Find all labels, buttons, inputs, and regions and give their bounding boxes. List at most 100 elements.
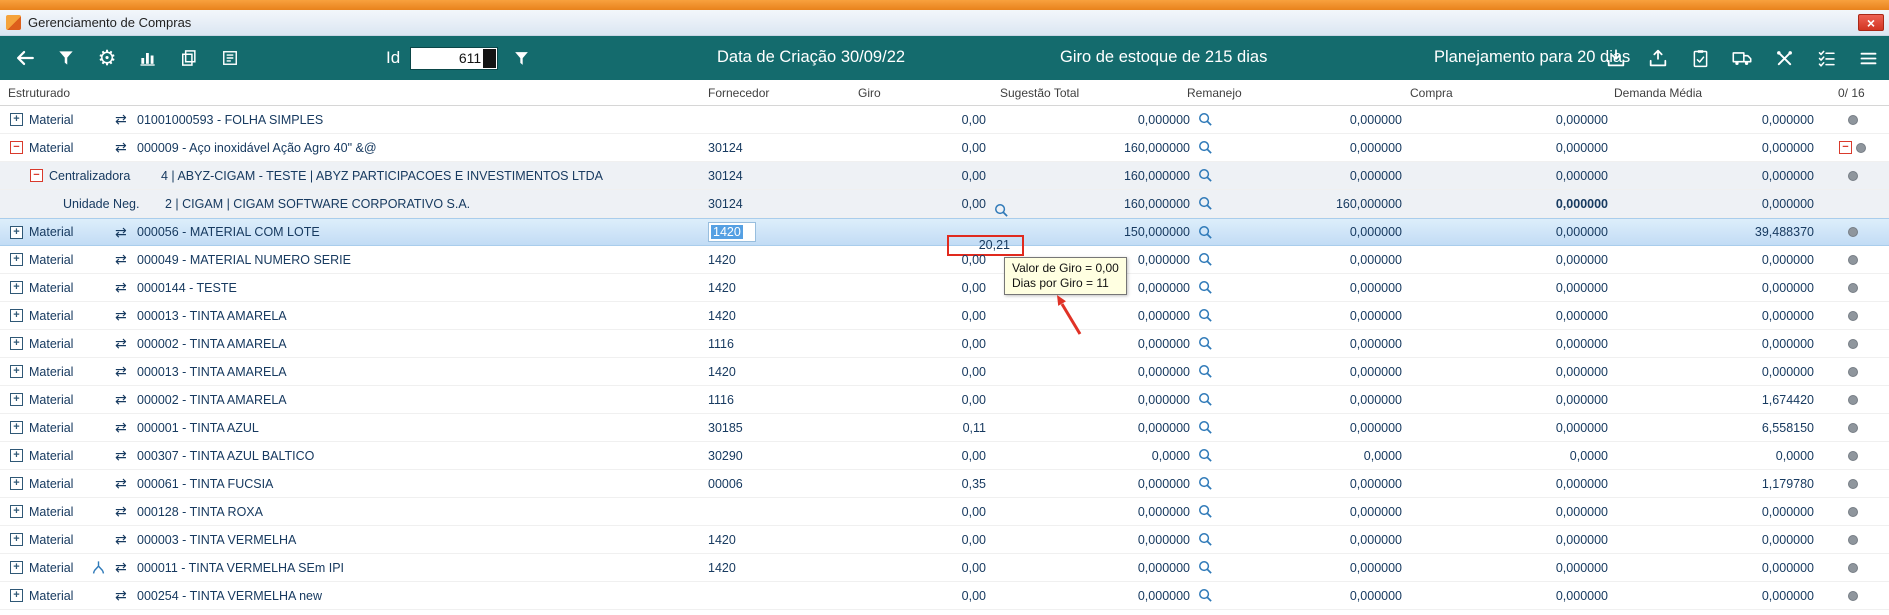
expand-plus-icon[interactable]: + — [10, 365, 23, 378]
table-row[interactable]: + Material ⇄ 000049 - MATERIAL NUMERO SERIE… — [0, 246, 1889, 274]
table-row[interactable]: + Material ⇄ 0000144 - TESTE 1420 0,00 0,00000… — [0, 274, 1889, 302]
copy-pages-icon[interactable] — [176, 45, 202, 71]
transfer-icon[interactable]: ⇄ — [115, 447, 137, 464]
sugestao-cell: 0,000000 — [1137, 112, 1190, 127]
col-demanda-media[interactable]: Demanda Média — [1614, 86, 1702, 100]
transfer-icon[interactable]: ⇄ — [115, 335, 137, 352]
search-icon[interactable] — [1192, 168, 1222, 183]
transfer-icon[interactable]: ⇄ — [115, 224, 137, 241]
table-row[interactable]: + Material ⇄ 000011 - TINTA VERMELHA SEm IP… — [0, 554, 1889, 582]
table-row[interactable]: + Material ⇄ 000061 - TINTA FUCSIA 00006 0,35… — [0, 470, 1889, 498]
transfer-icon[interactable]: ⇄ — [115, 559, 137, 576]
transfer-icon[interactable]: ⇄ — [115, 363, 137, 380]
transfer-icon[interactable]: ⇄ — [115, 307, 137, 324]
table-row[interactable]: + Material ⇄ 000128 - TINTA ROXA 0,00 0,00000… — [0, 498, 1889, 526]
close-button[interactable]: × — [1858, 14, 1884, 31]
search-icon[interactable] — [1192, 532, 1222, 547]
search-icon[interactable] — [1192, 476, 1222, 491]
expand-plus-icon[interactable]: + — [10, 309, 23, 322]
expand-plus-icon[interactable]: + — [10, 337, 23, 350]
menu-icon[interactable] — [1855, 45, 1881, 71]
search-icon[interactable] — [1192, 140, 1222, 155]
search-icon[interactable] — [1192, 588, 1222, 603]
task-checklist-icon[interactable] — [1813, 45, 1839, 71]
remanejo-cell: 0,000000 — [1349, 560, 1402, 575]
search-icon[interactable] — [1192, 336, 1222, 351]
fornecedor-cell: 1420 — [708, 252, 736, 267]
table-row[interactable]: + Material ⇄ 000254 - TINTA VERMELHA new 0,0… — [0, 582, 1889, 610]
table-row[interactable]: + Material ⇄ 000013 - TINTA AMARELA 1420 0,00… — [0, 358, 1889, 386]
expand-plus-icon[interactable]: + — [10, 281, 23, 294]
search-icon[interactable] — [1192, 560, 1222, 575]
search-icon[interactable] — [1192, 112, 1222, 127]
col-sugestao-total[interactable]: Sugestão Total — [1000, 86, 1079, 100]
table-row[interactable]: − Centralizadora 4 | ABYZ-CIGAM - TESTE | … — [0, 162, 1889, 190]
table-row[interactable]: + Material ⇄ 000002 - TINTA AMARELA 1116 0,00… — [0, 330, 1889, 358]
transfer-icon[interactable]: ⇄ — [115, 279, 137, 296]
search-icon[interactable] — [1192, 420, 1222, 435]
transfer-icon[interactable]: ⇄ — [115, 531, 137, 548]
search-icon[interactable] — [1192, 392, 1222, 407]
col-giro[interactable]: Giro — [858, 86, 881, 100]
table-row[interactable]: + Material ⇄ 01001000593 - FOLHA SIMPLES 0,0… — [0, 106, 1889, 134]
filter-icon[interactable] — [53, 45, 79, 71]
variant-branch-icon[interactable] — [91, 560, 115, 575]
id-filter-icon[interactable] — [508, 45, 534, 71]
import-tray-icon[interactable] — [1603, 45, 1629, 71]
expand-plus-icon[interactable]: + — [10, 589, 23, 602]
search-icon[interactable] — [1192, 225, 1222, 240]
expand-plus-icon[interactable]: + — [10, 421, 23, 434]
search-icon[interactable] — [1192, 308, 1222, 323]
transfer-icon[interactable]: ⇄ — [115, 251, 137, 268]
expand-plus-icon[interactable]: + — [10, 253, 23, 266]
expand-plus-icon[interactable]: + — [10, 561, 23, 574]
table-row[interactable]: + Material ⇄ 000307 - TINTA AZUL BALTICO 302… — [0, 442, 1889, 470]
bar-chart-icon[interactable] — [135, 45, 161, 71]
expand-plus-icon[interactable]: + — [10, 505, 23, 518]
transfer-icon[interactable]: ⇄ — [115, 475, 137, 492]
tools-icon[interactable] — [1771, 45, 1797, 71]
table-row[interactable]: + Material ⇄ 000013 - TINTA AMARELA 1420 0,00… — [0, 302, 1889, 330]
giro-search-icon[interactable] — [994, 203, 1009, 221]
transfer-icon[interactable]: ⇄ — [115, 419, 137, 436]
notes-card-icon[interactable] — [217, 45, 243, 71]
col-estruturado[interactable]: Estruturado — [8, 86, 70, 100]
settings-gear-icon[interactable]: ⚙ — [94, 45, 120, 71]
table-row[interactable]: + Material ⇄ 000002 - TINTA AMARELA 1116 0,00… — [0, 386, 1889, 414]
collapse-minus-icon[interactable]: − — [10, 141, 23, 154]
col-remanejo[interactable]: Remanejo — [1187, 86, 1242, 100]
expand-plus-icon[interactable]: + — [10, 449, 23, 462]
expand-plus-icon[interactable]: + — [10, 393, 23, 406]
expand-plus-icon[interactable]: + — [10, 533, 23, 546]
back-arrow-icon[interactable] — [12, 45, 38, 71]
table-row[interactable]: − Material ⇄ 000009 - Aço inoxidável Ação A… — [0, 134, 1889, 162]
search-icon[interactable] — [1192, 252, 1222, 267]
expand-plus-icon[interactable]: + — [10, 477, 23, 490]
col-compra[interactable]: Compra — [1410, 86, 1453, 100]
search-icon[interactable] — [1192, 196, 1222, 211]
collapse-minus-icon[interactable]: − — [30, 169, 43, 182]
delivery-truck-icon[interactable] — [1729, 45, 1755, 71]
search-icon[interactable] — [1192, 504, 1222, 519]
table-row[interactable]: + Material ⇄ 000001 - TINTA AZUL 30185 0,11 0,… — [0, 414, 1889, 442]
fornecedor-edit-box[interactable]: 1420 — [708, 222, 756, 242]
expand-plus-icon[interactable]: + — [10, 225, 23, 239]
transfer-icon[interactable]: ⇄ — [115, 503, 137, 520]
collapse-minus-icon[interactable]: − — [1839, 141, 1852, 154]
table-row[interactable]: + Material ⇄ 000003 - TINTA VERMELHA 1420 0,0… — [0, 526, 1889, 554]
expand-plus-icon[interactable]: + — [10, 113, 23, 126]
transfer-icon[interactable]: ⇄ — [115, 139, 137, 156]
id-input[interactable]: 611 — [410, 46, 499, 70]
col-fornecedor[interactable]: Fornecedor — [708, 86, 769, 100]
search-icon[interactable] — [1192, 448, 1222, 463]
search-icon[interactable] — [1192, 280, 1222, 295]
clipboard-check-icon[interactable] — [1687, 45, 1713, 71]
search-icon[interactable] — [1192, 364, 1222, 379]
table-row[interactable]: + Material ⇄ 000056 - MATERIAL COM LOTE 1420… — [0, 218, 1889, 256]
transfer-icon[interactable]: ⇄ — [115, 111, 137, 128]
transfer-icon[interactable]: ⇄ — [115, 587, 137, 604]
col-counter[interactable]: 0/ 16 — [1838, 86, 1865, 100]
export-tray-icon[interactable] — [1645, 45, 1671, 71]
table-row[interactable]: Unidade Neg. 2 | CIGAM | CIGAM SOFTWARE C… — [0, 190, 1889, 218]
transfer-icon[interactable]: ⇄ — [115, 391, 137, 408]
